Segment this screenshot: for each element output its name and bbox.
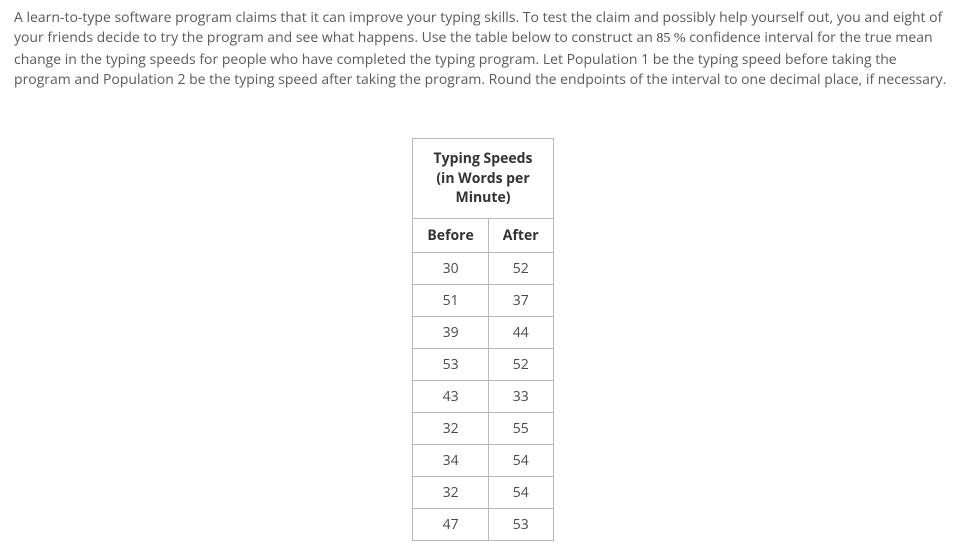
cell-before: 39: [413, 316, 488, 348]
cell-after: 54: [488, 476, 553, 508]
table-row: 39 44: [413, 316, 553, 348]
cell-before: 47: [413, 508, 488, 540]
cell-after: 52: [488, 348, 553, 380]
table-body: 30 52 51 37 39 44 53 52 43 33 32 55: [413, 252, 553, 540]
cell-after: 52: [488, 252, 553, 284]
cell-after: 44: [488, 316, 553, 348]
column-header-before: Before: [413, 218, 488, 252]
cell-before: 43: [413, 380, 488, 412]
cell-before: 53: [413, 348, 488, 380]
cell-before: 32: [413, 412, 488, 444]
cell-before: 34: [413, 444, 488, 476]
table-row: 34 54: [413, 444, 553, 476]
confidence-level: 85 %: [656, 31, 685, 46]
cell-before: 51: [413, 284, 488, 316]
table-row: 43 33: [413, 380, 553, 412]
table-row: 51 37: [413, 284, 553, 316]
cell-after: 37: [488, 284, 553, 316]
table-row: 32 55: [413, 412, 553, 444]
table-title: Typing Speeds (in Words per Minute): [413, 139, 553, 219]
cell-after: 54: [488, 444, 553, 476]
cell-after: 53: [488, 508, 553, 540]
table-row: 47 53: [413, 508, 553, 540]
cell-after: 33: [488, 380, 553, 412]
table-row: 30 52: [413, 252, 553, 284]
cell-after: 55: [488, 412, 553, 444]
data-table-container: Typing Speeds (in Words per Minute) Befo…: [14, 138, 952, 541]
column-header-after: After: [488, 218, 553, 252]
problem-statement: A learn-to-type software program claims …: [14, 8, 952, 90]
cell-before: 30: [413, 252, 488, 284]
cell-before: 32: [413, 476, 488, 508]
table-row: 32 54: [413, 476, 553, 508]
typing-speeds-table: Typing Speeds (in Words per Minute) Befo…: [412, 138, 553, 541]
table-row: 53 52: [413, 348, 553, 380]
